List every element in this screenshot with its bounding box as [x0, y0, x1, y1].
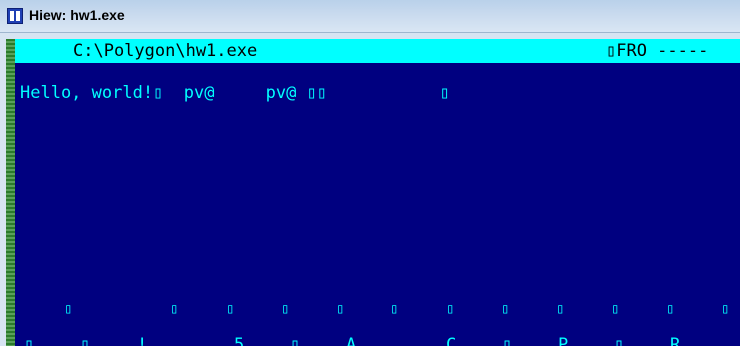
glyph-cell: ▯: [502, 335, 513, 346]
glyph-cell: ▯: [64, 301, 73, 317]
glyph-cell: ▯: [281, 301, 290, 317]
glyph-cell: ▯: [226, 301, 235, 317]
glyph-cell: 5: [234, 335, 245, 346]
title-bar[interactable]: Hiew: hw1.exe: [0, 0, 740, 33]
glyph-cell: ▯: [666, 301, 675, 317]
glyph-cell: P: [558, 335, 569, 346]
glyph-cell: ▯: [556, 301, 565, 317]
glyph-cell: ▯: [446, 301, 455, 317]
glyph-cell: ▯: [290, 335, 301, 346]
glyph-cell: C: [446, 335, 457, 346]
glyph-cell: ▯: [611, 301, 620, 317]
glyph-cell: R: [670, 335, 681, 346]
file-path: C:\Polygon\hw1.exe: [73, 41, 258, 61]
window-title: Hiew: hw1.exe: [29, 7, 125, 23]
hiew-window: Hiew: hw1.exe C:\Polygon\hw1.exe ▯FRO --…: [0, 0, 740, 346]
text-line-1[interactable]: Hello, world!▯ pv@ pv@ ▯▯ ▯: [20, 83, 450, 103]
glyph-cell: ▯: [80, 335, 91, 346]
mode-indicator: ▯FRO -----: [606, 41, 709, 61]
status-bar: C:\Polygon\hw1.exe ▯FRO -----: [15, 39, 740, 63]
glyph-cell: ▯: [501, 301, 510, 317]
glyph-cell: ▯: [170, 301, 179, 317]
glyph-cell: ▯: [614, 335, 625, 346]
scroll-rail[interactable]: [6, 39, 15, 346]
glyph-cell: ▯: [390, 301, 399, 317]
hiew-console[interactable]: C:\Polygon\hw1.exe ▯FRO ----- Hello, wor…: [6, 39, 740, 346]
glyph-cell: ▯: [24, 335, 35, 346]
glyph-cell: !: [137, 335, 148, 346]
glyph-cell: ▯: [336, 301, 345, 317]
glyph-cell: A: [346, 335, 357, 346]
hiew-app-icon[interactable]: [7, 8, 23, 24]
glyph-cell: ▯: [721, 301, 730, 317]
